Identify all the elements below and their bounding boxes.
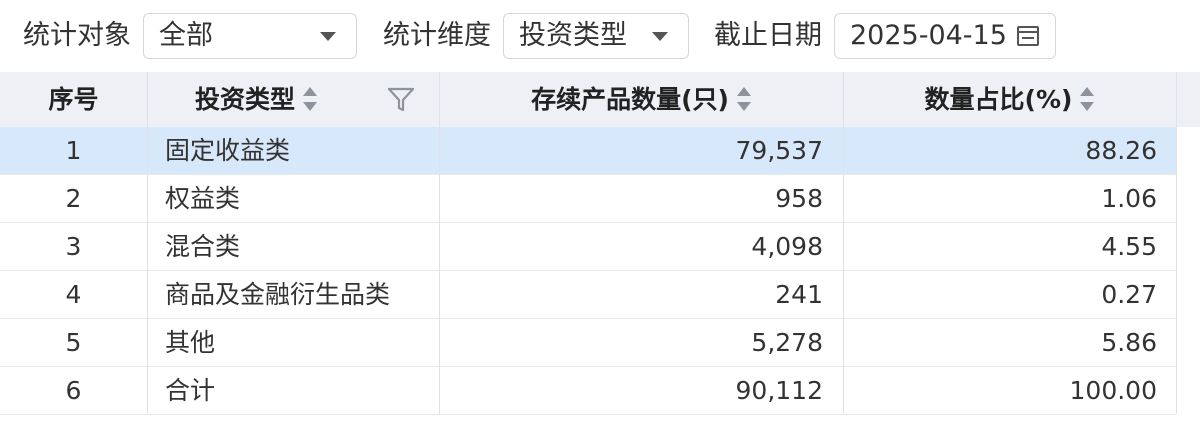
cell-ratio: 100.00 — [1069, 376, 1157, 405]
header-ratio[interactable]: 数量占比(%) — [843, 72, 1176, 127]
cell-index: 3 — [65, 232, 82, 261]
cell-index: 1 — [65, 136, 82, 165]
object-label: 统计对象 — [23, 20, 131, 51]
date-picker-value: 2025-04-15 — [850, 20, 1007, 51]
cell-ratio: 5.86 — [1101, 328, 1157, 357]
cell-index: 6 — [65, 376, 82, 405]
chevron-down-icon — [652, 32, 668, 41]
cell-count: 90,112 — [735, 376, 823, 405]
cell-count: 79,537 — [735, 136, 823, 165]
cell-index: 2 — [65, 184, 82, 213]
column-divider — [843, 72, 844, 414]
cell-type: 商品及金融衍生品类 — [165, 280, 391, 309]
cell-type: 合计 — [165, 376, 216, 405]
table-row[interactable]: 2 权益类 958 1.06 — [0, 175, 1176, 223]
cell-ratio: 4.55 — [1101, 232, 1157, 261]
cell-ratio: 0.27 — [1101, 280, 1157, 309]
dimension-select[interactable]: 投资类型 — [503, 13, 689, 59]
column-divider — [1176, 72, 1177, 414]
date-picker[interactable]: 2025-04-15 — [834, 13, 1056, 59]
column-divider — [439, 72, 440, 414]
cell-count: 4,098 — [751, 232, 823, 261]
column-divider — [147, 72, 148, 414]
object-select-value: 全部 — [159, 20, 213, 51]
header-index: 序号 — [48, 85, 99, 114]
table-row[interactable]: 6 合计 90,112 100.00 — [0, 367, 1176, 415]
cell-type: 固定收益类 — [165, 136, 291, 165]
table-header: 序号 投资类型 存续产品数量(只) 数量占比(%) — [0, 72, 1200, 127]
filter-bar: 统计对象 全部 统计维度 投资类型 截止日期 2025-04-15 — [0, 0, 1200, 72]
cell-type: 混合类 — [165, 232, 241, 261]
dimension-label: 统计维度 — [383, 20, 491, 51]
table-row[interactable]: 1 固定收益类 79,537 88.26 — [0, 127, 1176, 175]
sort-icon[interactable] — [736, 84, 751, 114]
object-select[interactable]: 全部 — [143, 13, 357, 59]
chevron-down-icon — [320, 32, 336, 41]
cell-ratio: 88.26 — [1085, 136, 1157, 165]
header-count[interactable]: 存续产品数量(只) — [439, 72, 843, 127]
table-row[interactable]: 5 其他 5,278 5.86 — [0, 319, 1176, 367]
table-row[interactable]: 4 商品及金融衍生品类 241 0.27 — [0, 271, 1176, 319]
cell-count: 958 — [775, 184, 823, 213]
date-label: 截止日期 — [714, 20, 822, 51]
dimension-select-value: 投资类型 — [519, 20, 627, 51]
calendar-icon[interactable] — [1017, 26, 1039, 46]
cell-count: 241 — [775, 280, 823, 309]
cell-type: 其他 — [165, 328, 216, 357]
cell-count: 5,278 — [751, 328, 823, 357]
cell-type: 权益类 — [165, 184, 241, 213]
sort-icon[interactable] — [1080, 84, 1095, 114]
cell-index: 5 — [65, 328, 82, 357]
table-row[interactable]: 3 混合类 4,098 4.55 — [0, 223, 1176, 271]
cell-index: 4 — [65, 280, 82, 309]
sort-icon[interactable] — [303, 84, 318, 114]
filter-icon[interactable] — [387, 87, 415, 113]
cell-ratio: 1.06 — [1101, 184, 1157, 213]
